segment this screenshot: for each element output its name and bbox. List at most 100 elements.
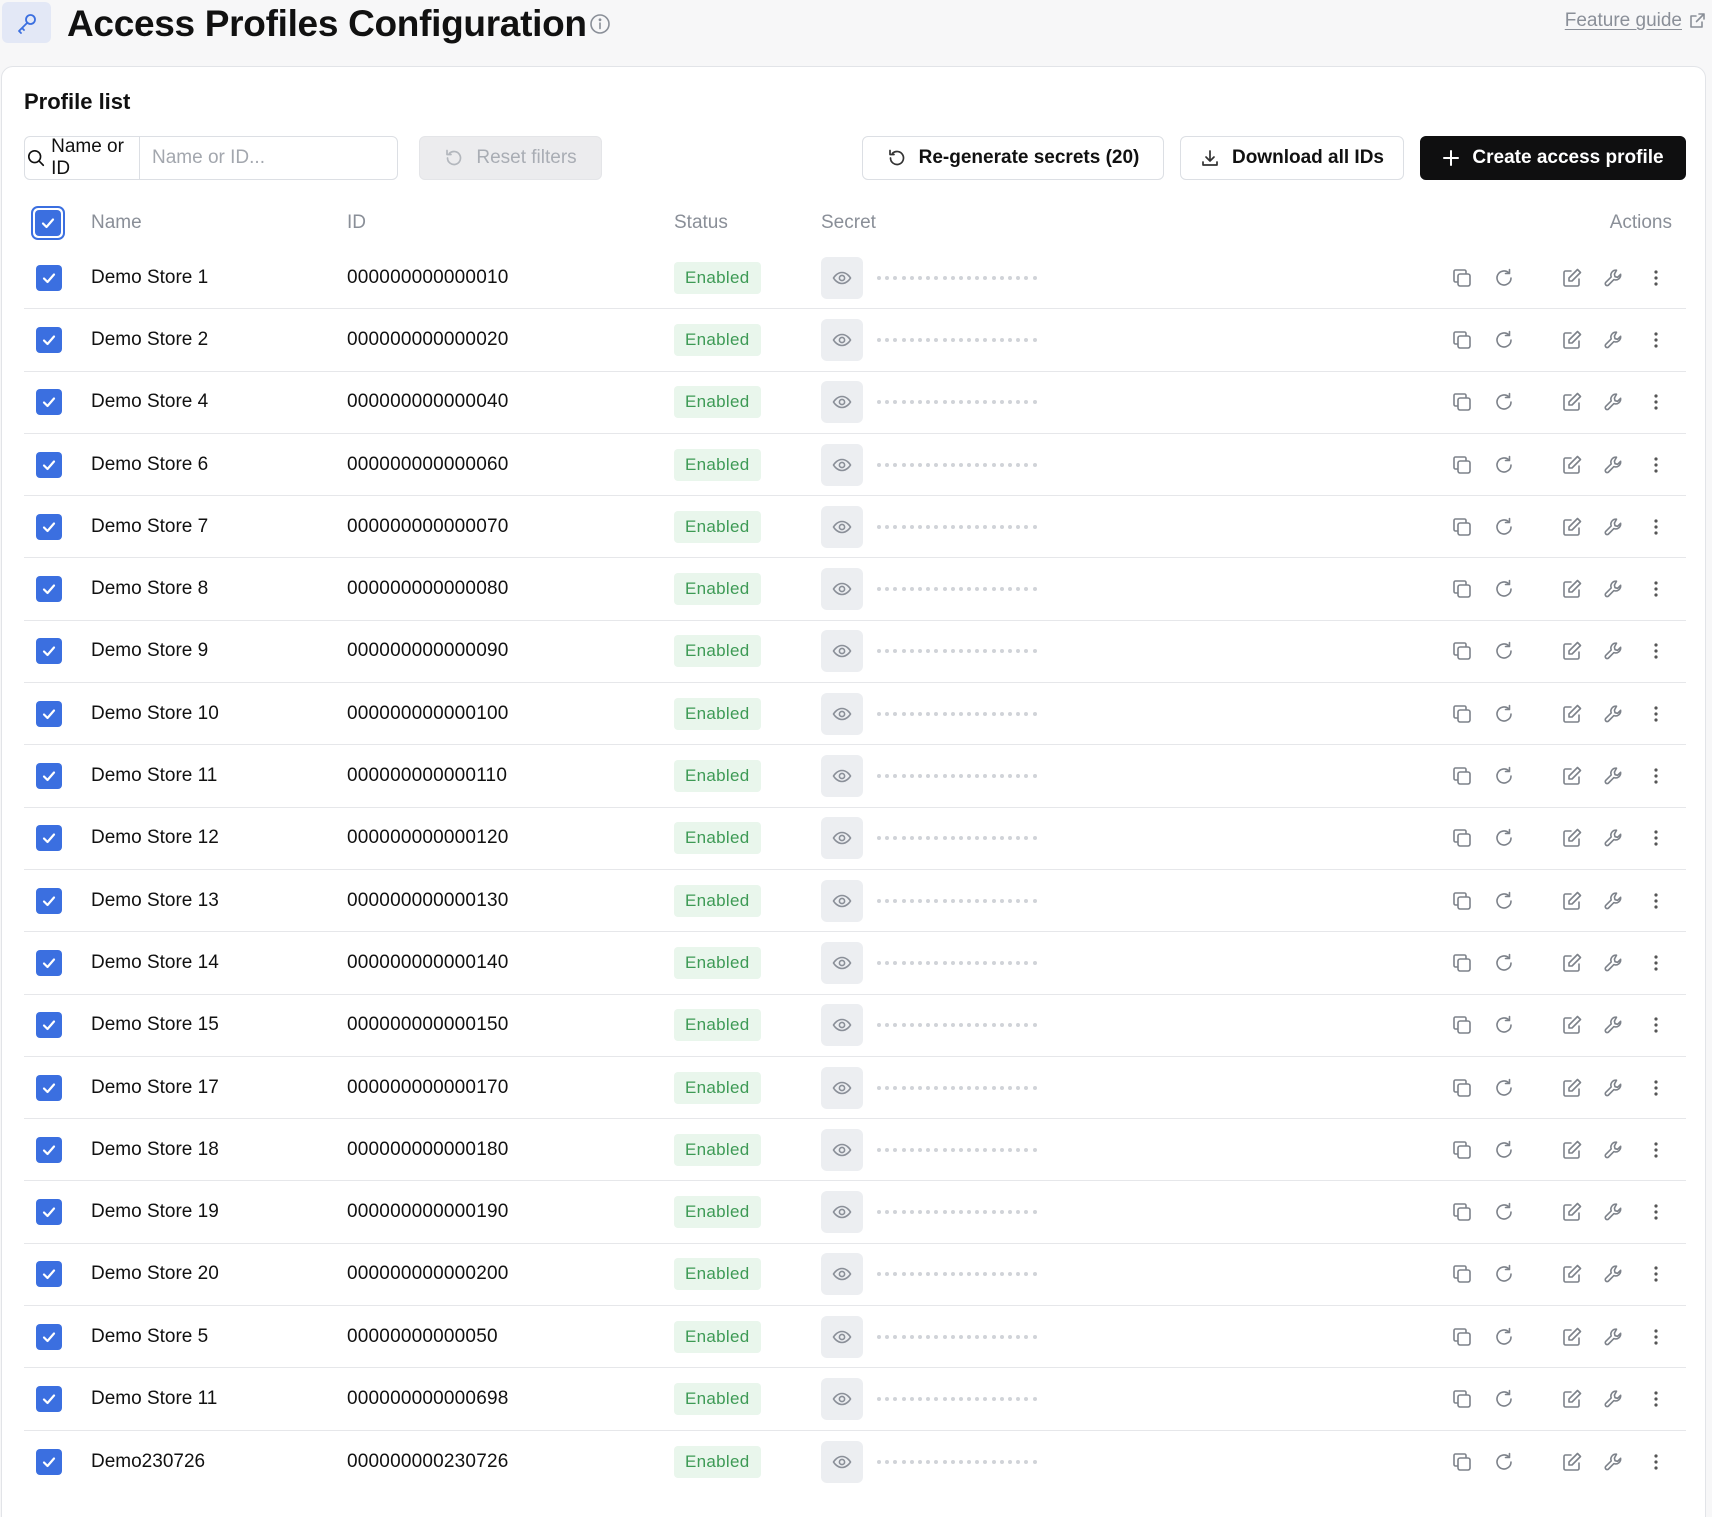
row-checkbox[interactable]	[36, 638, 62, 665]
copy-icon[interactable]	[1449, 265, 1475, 291]
row-checkbox[interactable]	[36, 1199, 62, 1226]
profile-name[interactable]: Demo230726	[91, 1451, 205, 1473]
refresh-icon[interactable]	[1491, 514, 1517, 540]
copy-icon[interactable]	[1449, 1137, 1475, 1163]
reset-filters-button[interactable]: Reset filters	[419, 136, 602, 180]
more-vertical-icon[interactable]	[1643, 1012, 1669, 1038]
edit-icon[interactable]	[1559, 389, 1585, 415]
row-checkbox[interactable]	[36, 1261, 62, 1288]
more-vertical-icon[interactable]	[1643, 701, 1669, 727]
more-vertical-icon[interactable]	[1643, 888, 1669, 914]
wrench-icon[interactable]	[1601, 638, 1627, 664]
profile-name[interactable]: Demo Store 19	[91, 1201, 219, 1223]
profile-name[interactable]: Demo Store 5	[91, 1326, 208, 1348]
profile-name[interactable]: Demo Store 14	[91, 952, 219, 974]
profile-name[interactable]: Demo Store 13	[91, 890, 219, 912]
show-secret-button[interactable]	[821, 381, 863, 424]
refresh-icon[interactable]	[1491, 452, 1517, 478]
more-vertical-icon[interactable]	[1643, 950, 1669, 976]
wrench-icon[interactable]	[1601, 888, 1627, 914]
wrench-icon[interactable]	[1601, 327, 1627, 353]
edit-icon[interactable]	[1559, 888, 1585, 914]
show-secret-button[interactable]	[821, 1377, 863, 1420]
regenerate-secrets-button[interactable]: Re-generate secrets (20)	[862, 136, 1164, 180]
wrench-icon[interactable]	[1601, 1449, 1627, 1475]
copy-icon[interactable]	[1449, 1386, 1475, 1412]
profile-name[interactable]: Demo Store 20	[91, 1263, 219, 1285]
row-checkbox[interactable]	[36, 576, 62, 603]
row-checkbox[interactable]	[36, 264, 62, 291]
show-secret-button[interactable]	[821, 879, 863, 922]
copy-icon[interactable]	[1449, 638, 1475, 664]
copy-icon[interactable]	[1449, 1324, 1475, 1350]
more-vertical-icon[interactable]	[1643, 1075, 1669, 1101]
column-header-id[interactable]: ID	[347, 199, 366, 247]
edit-icon[interactable]	[1559, 576, 1585, 602]
row-checkbox[interactable]	[36, 513, 62, 540]
row-checkbox[interactable]	[36, 1323, 62, 1350]
select-all-checkbox[interactable]	[31, 206, 65, 240]
more-vertical-icon[interactable]	[1643, 1261, 1669, 1287]
wrench-icon[interactable]	[1601, 950, 1627, 976]
show-secret-button[interactable]	[821, 692, 863, 735]
refresh-icon[interactable]	[1491, 638, 1517, 664]
edit-icon[interactable]	[1559, 1261, 1585, 1287]
column-header-status[interactable]: Status	[674, 199, 728, 247]
info-icon[interactable]	[589, 13, 611, 35]
show-secret-button[interactable]	[821, 1191, 863, 1234]
profile-name[interactable]: Demo Store 15	[91, 1014, 219, 1036]
copy-icon[interactable]	[1449, 576, 1475, 602]
wrench-icon[interactable]	[1601, 1199, 1627, 1225]
edit-icon[interactable]	[1559, 514, 1585, 540]
edit-icon[interactable]	[1559, 1012, 1585, 1038]
refresh-icon[interactable]	[1491, 950, 1517, 976]
more-vertical-icon[interactable]	[1643, 1324, 1669, 1350]
wrench-icon[interactable]	[1601, 1261, 1627, 1287]
edit-icon[interactable]	[1559, 327, 1585, 353]
show-secret-button[interactable]	[821, 256, 863, 299]
copy-icon[interactable]	[1449, 1199, 1475, 1225]
row-checkbox[interactable]	[36, 451, 62, 478]
show-secret-button[interactable]	[821, 941, 863, 984]
more-vertical-icon[interactable]	[1643, 327, 1669, 353]
wrench-icon[interactable]	[1601, 1386, 1627, 1412]
show-secret-button[interactable]	[821, 1004, 863, 1047]
more-vertical-icon[interactable]	[1643, 1199, 1669, 1225]
wrench-icon[interactable]	[1601, 576, 1627, 602]
refresh-icon[interactable]	[1491, 1386, 1517, 1412]
refresh-icon[interactable]	[1491, 763, 1517, 789]
more-vertical-icon[interactable]	[1643, 638, 1669, 664]
row-checkbox[interactable]	[36, 1012, 62, 1039]
row-checkbox[interactable]	[36, 389, 62, 416]
show-secret-button[interactable]	[821, 505, 863, 548]
profile-name[interactable]: Demo Store 11	[91, 765, 217, 787]
wrench-icon[interactable]	[1601, 1324, 1627, 1350]
copy-icon[interactable]	[1449, 452, 1475, 478]
row-checkbox[interactable]	[36, 1385, 62, 1412]
wrench-icon[interactable]	[1601, 763, 1627, 789]
more-vertical-icon[interactable]	[1643, 1449, 1669, 1475]
more-vertical-icon[interactable]	[1643, 452, 1669, 478]
search-input[interactable]	[140, 137, 397, 179]
show-secret-button[interactable]	[821, 1128, 863, 1171]
copy-icon[interactable]	[1449, 1449, 1475, 1475]
refresh-icon[interactable]	[1491, 327, 1517, 353]
edit-icon[interactable]	[1559, 265, 1585, 291]
edit-icon[interactable]	[1559, 950, 1585, 976]
profile-name[interactable]: Demo Store 17	[91, 1077, 219, 1099]
copy-icon[interactable]	[1449, 888, 1475, 914]
profile-name[interactable]: Demo Store 9	[91, 640, 208, 662]
refresh-icon[interactable]	[1491, 576, 1517, 602]
refresh-icon[interactable]	[1491, 389, 1517, 415]
refresh-icon[interactable]	[1491, 265, 1517, 291]
column-header-name[interactable]: Name	[91, 199, 142, 247]
wrench-icon[interactable]	[1601, 1012, 1627, 1038]
edit-icon[interactable]	[1559, 1386, 1585, 1412]
show-secret-button[interactable]	[821, 1066, 863, 1109]
wrench-icon[interactable]	[1601, 452, 1627, 478]
copy-icon[interactable]	[1449, 327, 1475, 353]
refresh-icon[interactable]	[1491, 1324, 1517, 1350]
feature-guide-link[interactable]: Feature guide	[1565, 10, 1706, 32]
wrench-icon[interactable]	[1601, 514, 1627, 540]
copy-icon[interactable]	[1449, 1261, 1475, 1287]
